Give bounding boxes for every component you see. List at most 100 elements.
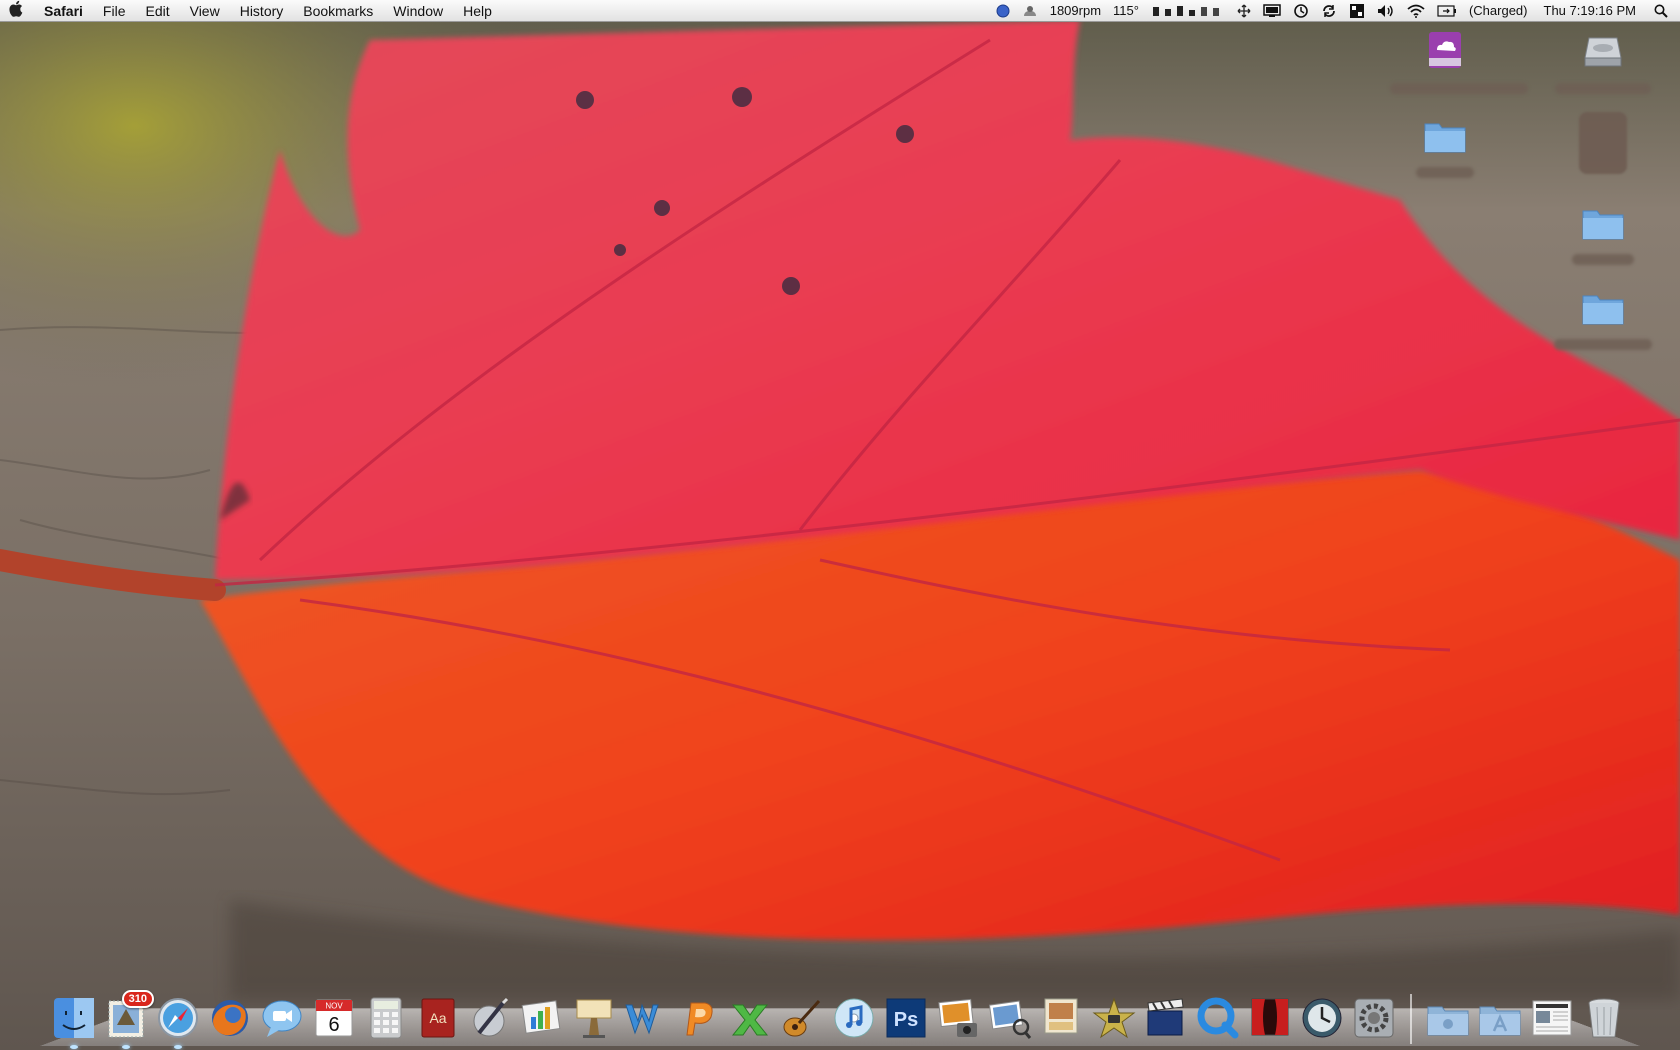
dock-preview[interactable] bbox=[986, 992, 1034, 1044]
spaces-icon[interactable] bbox=[1343, 3, 1371, 19]
dock: 310 NOV 6 Aa Ps bbox=[50, 984, 1628, 1049]
time-machine-icon[interactable] bbox=[1287, 3, 1315, 19]
sync-icon[interactable] bbox=[1315, 3, 1343, 19]
dock-iphoto[interactable] bbox=[934, 992, 982, 1044]
redacted-icon bbox=[1579, 112, 1627, 174]
dock-finder[interactable] bbox=[50, 992, 98, 1049]
calendar-icon: NOV 6 bbox=[315, 999, 353, 1037]
desktop-icon-folder-2[interactable] bbox=[1548, 205, 1658, 265]
star-icon bbox=[1092, 997, 1136, 1039]
dock-ichat[interactable] bbox=[258, 992, 306, 1044]
desktop-icon-folder-1[interactable] bbox=[1390, 118, 1500, 178]
display-icon[interactable] bbox=[1257, 4, 1287, 18]
dock-dictionary[interactable]: Aa bbox=[414, 992, 462, 1044]
folder-icon bbox=[1424, 123, 1466, 153]
menu-window[interactable]: Window bbox=[383, 0, 453, 22]
dock-theater[interactable] bbox=[1246, 992, 1294, 1044]
calendar-day-text: 6 bbox=[328, 1014, 339, 1036]
dock-garageband[interactable] bbox=[778, 992, 826, 1044]
hard-drive-icon bbox=[1584, 37, 1622, 67]
dock-clapperboard[interactable] bbox=[1142, 992, 1190, 1044]
word-w-icon bbox=[625, 1003, 659, 1035]
battery-status-text[interactable]: (Charged) bbox=[1463, 0, 1534, 22]
desktop-icon-label-redacted bbox=[1554, 339, 1652, 350]
dock-system-preferences[interactable] bbox=[1350, 992, 1398, 1044]
desktop-icon-folder-3[interactable] bbox=[1548, 290, 1658, 350]
dock-trash[interactable] bbox=[1580, 992, 1628, 1044]
itunes-cd-icon bbox=[834, 998, 874, 1038]
dock-applications-folder[interactable] bbox=[1476, 992, 1524, 1044]
theater-curtain-icon bbox=[1251, 998, 1289, 1036]
apple-menu-icon[interactable] bbox=[0, 0, 34, 22]
excel-x-icon bbox=[731, 1004, 769, 1036]
dock-firefox[interactable] bbox=[206, 992, 254, 1044]
dock-itunes[interactable] bbox=[830, 992, 878, 1044]
photo-stack-icon bbox=[1044, 998, 1078, 1034]
iphoto-camera-icon bbox=[938, 998, 977, 1037]
documents-folder-icon bbox=[1427, 1006, 1469, 1036]
dock-mail[interactable]: 310 bbox=[102, 990, 154, 1049]
menu-edit[interactable]: Edit bbox=[135, 0, 179, 22]
time-machine-clock-icon bbox=[1302, 998, 1342, 1038]
preview-icon bbox=[988, 1000, 1032, 1039]
quicktime-q-icon bbox=[1197, 997, 1239, 1039]
podium-icon bbox=[576, 999, 612, 1038]
running-indicator bbox=[174, 1045, 182, 1049]
finder-icon bbox=[54, 998, 94, 1038]
folder-icon bbox=[1582, 295, 1624, 325]
dock-calculator[interactable] bbox=[362, 992, 410, 1044]
blue-orb-icon[interactable] bbox=[990, 4, 1016, 18]
script-editor-icon bbox=[473, 997, 509, 1037]
photoshop-label: Ps bbox=[894, 1009, 918, 1031]
clapperboard-icon bbox=[1147, 998, 1184, 1036]
firefox-icon bbox=[212, 1000, 248, 1036]
move-arrows-icon[interactable] bbox=[1231, 4, 1257, 18]
app-menu-safari[interactable]: Safari bbox=[34, 0, 93, 22]
dictionary-book-icon: Aa bbox=[421, 998, 455, 1038]
idisk-icon bbox=[1429, 32, 1461, 68]
battery-icon[interactable] bbox=[1431, 5, 1463, 17]
dock-powerpoint[interactable] bbox=[674, 992, 722, 1044]
dock-excel[interactable] bbox=[726, 992, 774, 1044]
growl-icon[interactable] bbox=[1016, 4, 1044, 18]
dock-documents-folder[interactable] bbox=[1424, 992, 1472, 1044]
trash-icon bbox=[1588, 998, 1620, 1038]
clock[interactable]: Thu 7:19:16 PM bbox=[1534, 0, 1647, 22]
dock-ical[interactable]: NOV 6 bbox=[310, 992, 358, 1044]
dock-photo-booth[interactable] bbox=[1038, 992, 1086, 1044]
calculator-icon bbox=[370, 997, 402, 1039]
menu-help[interactable]: Help bbox=[453, 0, 502, 22]
menu-history[interactable]: History bbox=[230, 0, 294, 22]
menu-file[interactable]: File bbox=[93, 0, 136, 22]
desktop-icon-hard-drive[interactable] bbox=[1548, 28, 1658, 94]
dock-imovie[interactable] bbox=[1090, 992, 1138, 1044]
volume-icon[interactable] bbox=[1371, 4, 1401, 18]
temperature-readout[interactable]: 115° bbox=[1107, 0, 1145, 22]
dock-keynote[interactable] bbox=[518, 992, 566, 1044]
desktop-icon-idisk[interactable] bbox=[1390, 28, 1528, 94]
dock-word[interactable] bbox=[622, 992, 670, 1044]
dock-quicktime[interactable] bbox=[1194, 992, 1242, 1044]
dock-separator bbox=[1410, 994, 1412, 1044]
activity-meters-icon[interactable] bbox=[1145, 4, 1231, 18]
menu-view[interactable]: View bbox=[180, 0, 230, 22]
gear-icon bbox=[1354, 998, 1394, 1038]
mail-unread-badge: 310 bbox=[121, 990, 154, 1008]
spotlight-search-icon[interactable] bbox=[1646, 4, 1680, 18]
dock-photoshop[interactable]: Ps bbox=[882, 992, 930, 1044]
menu-bookmarks[interactable]: Bookmarks bbox=[293, 0, 383, 22]
dock-time-machine[interactable] bbox=[1298, 992, 1346, 1044]
dock-keynote-podium[interactable] bbox=[570, 992, 618, 1044]
chart-presentation-icon bbox=[521, 1000, 561, 1034]
guitar-icon bbox=[783, 999, 821, 1037]
wifi-icon[interactable] bbox=[1401, 4, 1431, 18]
running-indicator bbox=[70, 1045, 78, 1049]
fan-speed-readout[interactable]: 1809rpm bbox=[1044, 0, 1107, 22]
dock-safari[interactable] bbox=[154, 992, 202, 1049]
photoshop-icon: Ps bbox=[886, 998, 926, 1038]
dock-downloads-stack[interactable] bbox=[1528, 992, 1576, 1044]
dock-script-editor[interactable] bbox=[466, 992, 514, 1044]
desktop-icon-redacted[interactable] bbox=[1548, 112, 1658, 174]
desktop-icon-label-redacted bbox=[1555, 83, 1651, 94]
desktop-icon-label-redacted bbox=[1390, 83, 1528, 94]
